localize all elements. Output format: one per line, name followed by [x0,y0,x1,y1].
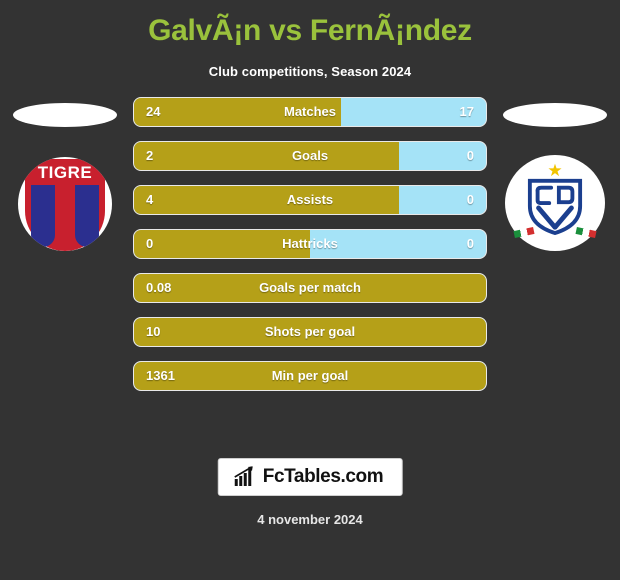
fctables-brand-logo[interactable]: FcTables.com [217,458,403,496]
tigre-crest-label: TIGRE [37,163,93,182]
velez-shield-shape [527,178,583,235]
stat-label: Assists [286,192,334,207]
stat-bar-list: 24 Matches 17 2 Goals 0 4 Assists 0 0 Hattricks 0 0.… [133,97,487,405]
tigre-stripe-right [75,185,99,247]
crest-highlight-ellipse-right [503,103,607,127]
stat-label: Goals [291,148,329,163]
stat-label: Hattricks [282,236,338,251]
fctables-brand-name: FcTables.com [262,466,384,487]
stat-bar-row: 0.08 Goals per match [133,273,487,303]
stat-bar-row: 24 Matches 17 [133,97,487,127]
away-team-crest-column: ★ [490,97,620,397]
stat-label: Matches [283,104,337,119]
home-team-crest-column: TIGRE [0,97,130,397]
tigre-crest-icon: TIGRE [18,157,112,251]
page-title: GalvÃ¡n vs FernÃ¡ndez [148,14,472,47]
stat-bar-row: 4 Assists 0 [133,185,487,215]
stat-bar-row: 2 Goals 0 [133,141,487,171]
stat-label: Goals per match [259,280,361,295]
crest-highlight-ellipse-left [13,103,117,127]
stat-bar-row: 0 Hattricks 0 [133,229,487,259]
stat-value-away: 0 [466,236,474,251]
stat-value-away: 17 [459,104,474,119]
comparison-panel: TIGRE ★ 24 Matches 17 2 Goals 0 4 Assists 0 0 Hatt… [0,97,620,417]
footer: FcTables.com 4 november 2024 [0,450,620,580]
ribbon-left-icon [513,226,535,239]
page-subtitle: Club competitions, Season 2024 [208,64,412,79]
stat-value-away: 0 [466,192,474,207]
stat-value-away: 0 [466,148,474,163]
snapshot-date: 4 november 2024 [257,512,363,527]
stat-label: Min per goal [271,368,349,383]
velez-sarsfield-crest-icon: ★ [505,155,605,251]
stat-label: Shots per goal [264,324,356,339]
stat-bar-row: 1361 Min per goal [133,361,487,391]
bar-chart-arrow-icon [234,466,253,486]
stat-bar-row: 10 Shots per goal [133,317,487,347]
ribbon-right-icon [575,226,597,239]
tigre-stripe-left [31,185,55,247]
tigre-shield-shape: TIGRE [25,159,105,251]
